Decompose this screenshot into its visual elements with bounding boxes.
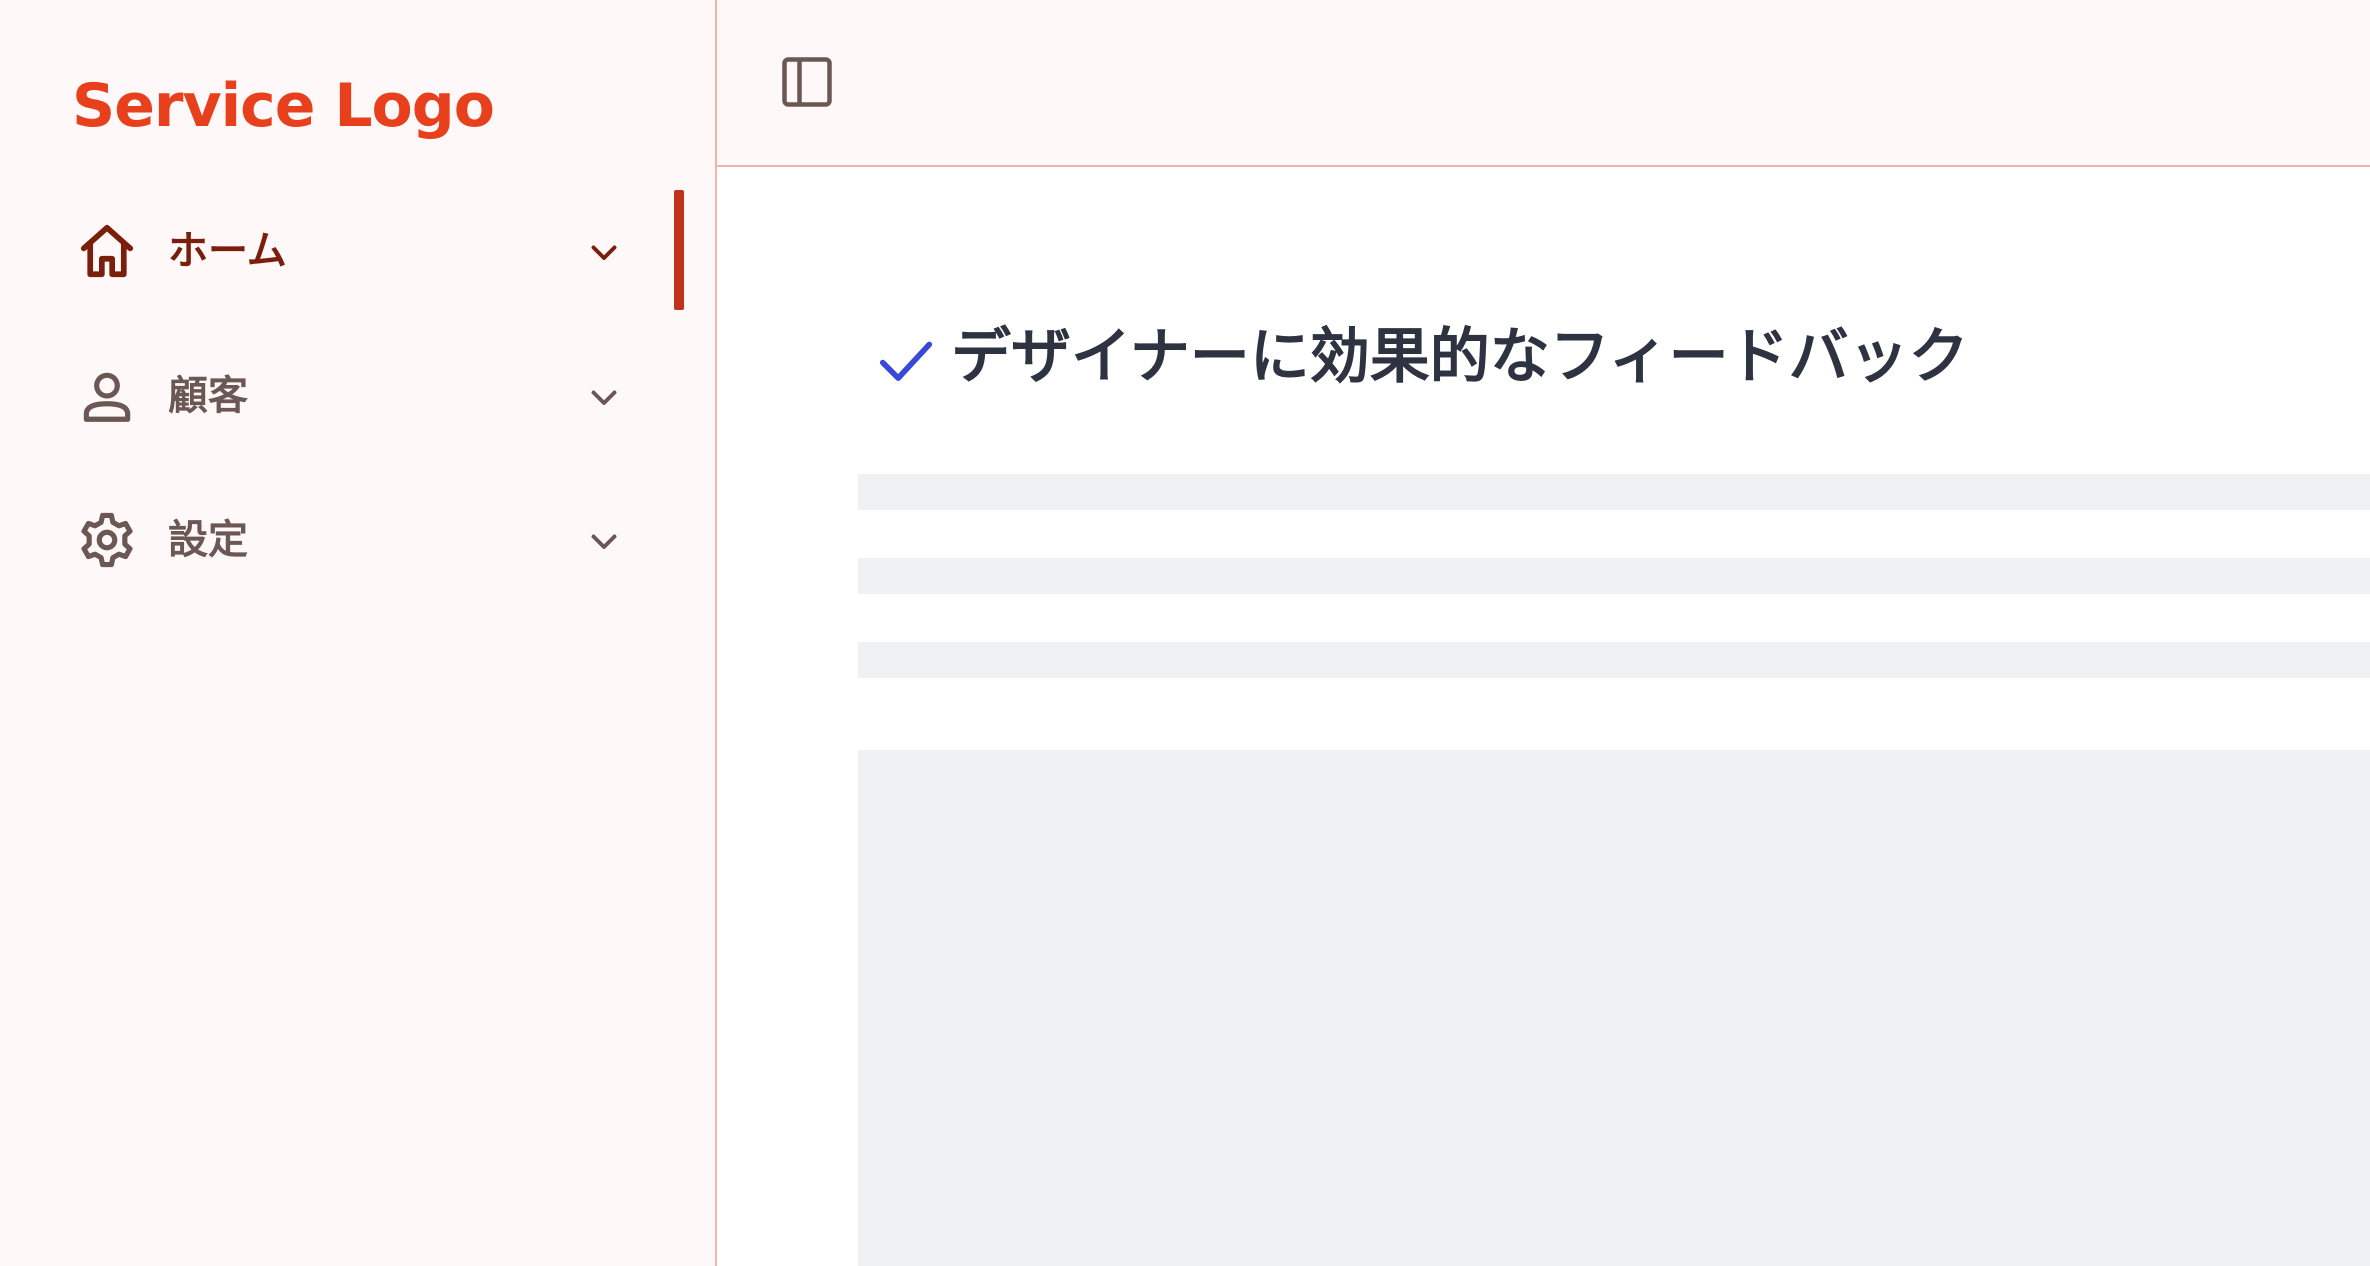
check-icon [875,329,937,391]
sidebar-item-label: 顧客 [168,373,248,419]
skeleton-line [858,642,2370,678]
chevron-down-icon[interactable] [586,523,622,559]
skeleton-line [858,474,2370,510]
sidebar-item-settings[interactable]: 設定 [0,479,717,599]
user-icon [76,365,138,427]
main-content: デザイナーに効果的なフィードバック [717,167,2370,1266]
sidebar-item-label: ホーム [168,228,287,274]
active-indicator [674,190,684,310]
skeleton-line [858,558,2370,594]
page-title: デザイナーに効果的なフィードバック [951,322,1969,392]
chevron-down-icon[interactable] [586,379,622,415]
sidebar: Service Logo ホーム 顧客 設定 [0,0,717,1266]
app-shell: Service Logo ホーム 顧客 設定 デザイナーに効果的なフィードバック [0,0,2370,1266]
sidebar-item-home[interactable]: ホーム [0,190,717,310]
chevron-down-icon[interactable] [586,234,622,270]
top-bar [717,0,2370,167]
service-logo[interactable]: Service Logo [72,66,495,146]
sidebar-item-customers[interactable]: 顧客 [0,335,717,455]
sidebar-item-label: 設定 [168,517,248,563]
sidebar-toggle-icon[interactable] [777,52,837,112]
gear-icon [76,509,138,571]
skeleton-block [858,750,2370,1266]
home-icon [76,220,138,282]
